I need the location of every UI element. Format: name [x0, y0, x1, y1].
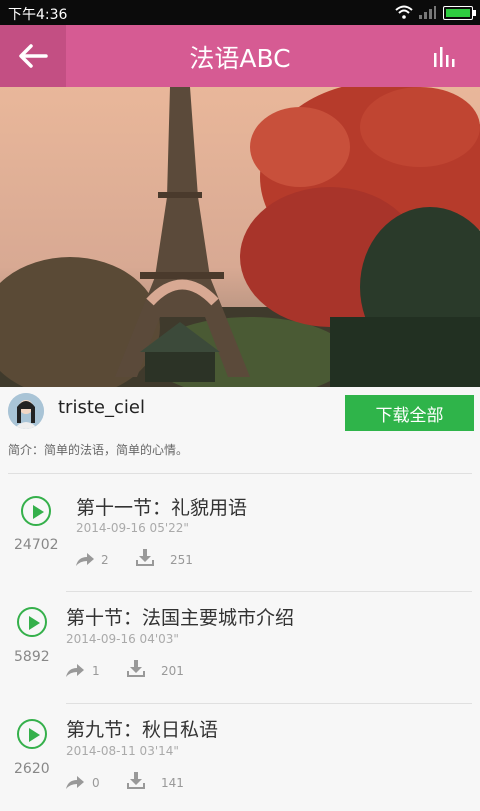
download-icon[interactable] — [127, 660, 145, 678]
episode-date: 2014-09-16 05'22" — [76, 521, 189, 535]
play-count: 5892 — [14, 649, 50, 665]
profile-section: triste_ciel 下载全部 简介：简单的法语，简单的心情。 — [0, 387, 480, 475]
download-icon[interactable] — [127, 772, 145, 790]
bar-chart-icon[interactable] — [432, 45, 456, 69]
download-count: 141 — [161, 776, 184, 790]
intro-text: 简介：简单的法语，简单的心情。 — [8, 443, 189, 457]
status-bar: 下午4:36 — [0, 0, 480, 25]
wifi-icon — [395, 5, 413, 19]
share-count: 1 — [92, 664, 100, 678]
battery-icon — [443, 6, 476, 20]
avatar[interactable] — [8, 393, 44, 429]
download-icon[interactable] — [136, 549, 154, 567]
share-icon[interactable] — [76, 551, 94, 567]
play-count: 2620 — [14, 761, 50, 777]
episode-date: 2014-08-11 03'14" — [66, 744, 179, 758]
share-icon[interactable] — [66, 662, 84, 678]
play-icon[interactable] — [17, 719, 47, 749]
cover-image — [0, 87, 480, 387]
episode-title: 第十一节：礼貌用语 — [76, 497, 248, 519]
share-count: 2 — [101, 553, 109, 567]
status-time: 下午4:36 — [8, 7, 68, 23]
divider — [8, 473, 472, 474]
page-title: 法语ABC — [189, 44, 291, 73]
download-count: 251 — [170, 553, 193, 567]
list-item[interactable]: 24702 第十一节：礼貌用语 2014-09-16 05'22" 2 251 — [0, 475, 480, 592]
download-all-button[interactable]: 下载全部 — [345, 395, 474, 431]
download-count: 201 — [161, 664, 184, 678]
play-icon[interactable] — [21, 496, 51, 526]
username[interactable]: triste_ciel — [58, 397, 145, 418]
avatar-image — [8, 393, 44, 429]
app-bar: 法语ABC — [0, 25, 480, 87]
list-item[interactable]: 5892 第十节：法国主要城市介绍 2014-09-16 04'03" 1 20… — [0, 587, 480, 704]
episode-title: 第九节：秋日私语 — [66, 719, 219, 741]
play-icon[interactable] — [17, 607, 47, 637]
play-count: 24702 — [14, 537, 59, 553]
share-icon[interactable] — [66, 774, 84, 790]
share-count: 0 — [92, 776, 100, 790]
signal-icon — [419, 6, 436, 19]
list-item[interactable]: 2620 第九节：秋日私语 2014-08-11 03'14" 0 141 — [0, 699, 480, 811]
episode-title: 第十节：法国主要城市介绍 — [66, 607, 295, 629]
episode-date: 2014-09-16 04'03" — [66, 632, 179, 646]
